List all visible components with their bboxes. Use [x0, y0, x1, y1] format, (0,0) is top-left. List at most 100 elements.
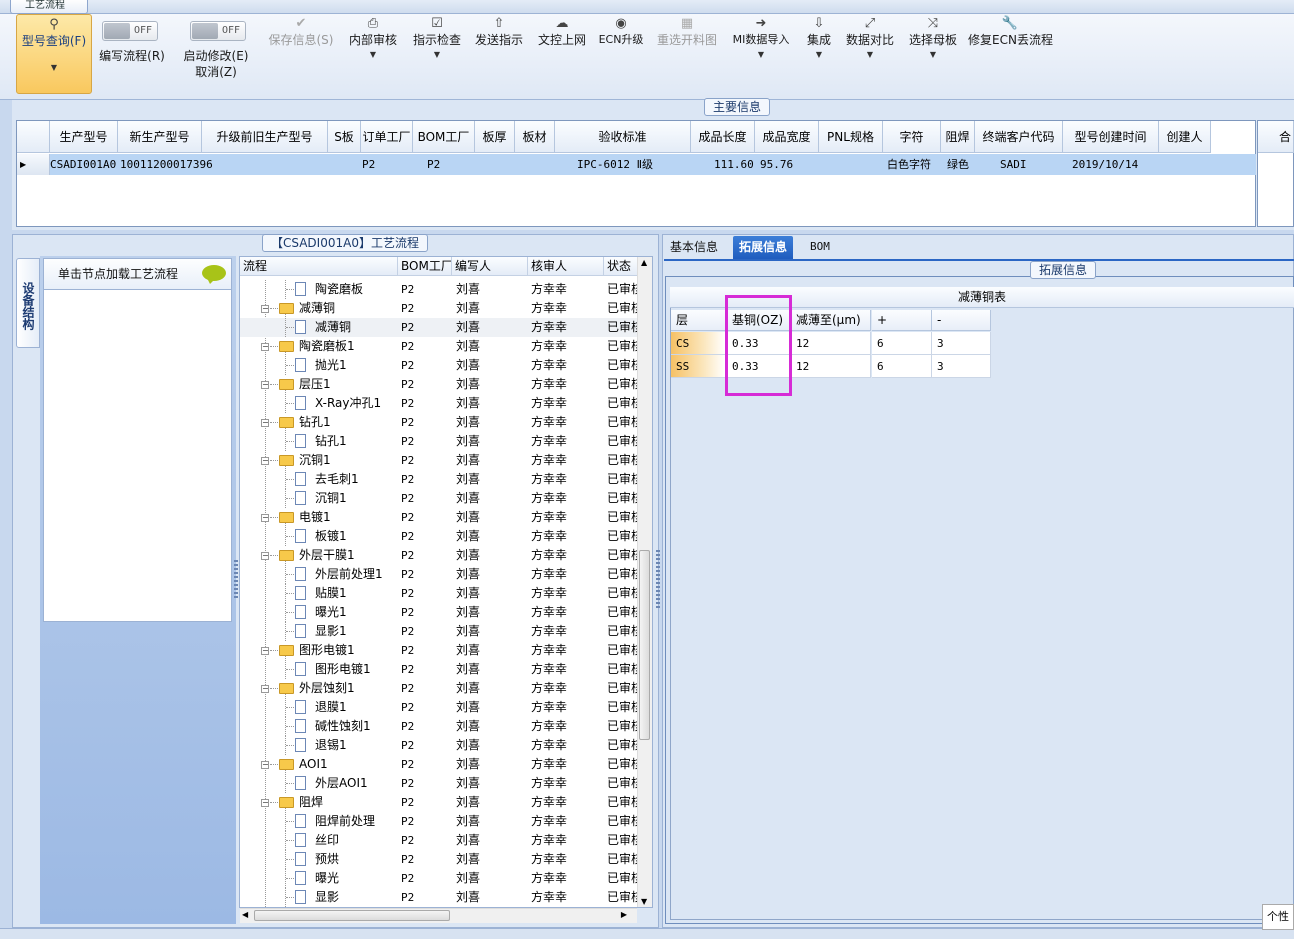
collapse-icon[interactable]: − [261, 761, 269, 769]
collapse-icon[interactable]: − [261, 381, 269, 389]
main-grid-cell[interactable]: 绿色 [947, 154, 1001, 175]
process-step-name[interactable]: 外层AOI1 [315, 774, 368, 793]
fix-ecn-button[interactable]: 🔧 修复ECN丢流程 [968, 16, 1053, 80]
process-step-name[interactable]: 钻孔1 [315, 432, 347, 451]
select-motherboard-button[interactable]: ⤨ 选择母板 ▼ [905, 16, 961, 80]
integrate-button[interactable]: ⇩ 集成 ▼ [802, 16, 836, 80]
process-node-name[interactable]: 沉铜1 [299, 451, 331, 470]
main-grid-header[interactable]: PNL规格 [819, 121, 883, 153]
mi-import-button[interactable]: ➜ MI数据导入 ▼ [728, 16, 794, 80]
process-row[interactable]: 退锡1 P2 刘喜 方幸幸 已审核 [240, 736, 640, 755]
process-step-name[interactable]: 外层前处理1 [315, 565, 383, 584]
scroll-up-icon[interactable]: ▲ [641, 258, 647, 267]
collapse-icon[interactable]: − [261, 799, 269, 807]
process-row[interactable]: 外层AOI1 P2 刘喜 方幸幸 已审核 [240, 774, 640, 793]
doc-upload-button[interactable]: ☁ 文控上网 [535, 16, 589, 80]
process-step-name[interactable]: 图形电镀1 [315, 660, 371, 679]
process-step-name[interactable]: 显影 [315, 888, 339, 907]
process-row[interactable]: 贴膜1 P2 刘喜 方幸幸 已审核 [240, 584, 640, 603]
main-grid-header[interactable]: 创建人 [1159, 121, 1211, 153]
main-grid-header[interactable]: 终端客户代码 [975, 121, 1063, 153]
main-grid-cell[interactable]: 95.76 [760, 154, 844, 175]
row-indicator[interactable]: ▶ [17, 154, 50, 175]
process-step-name[interactable]: 抛光1 [315, 356, 347, 375]
process-row[interactable]: 陶瓷磨板 P2 刘喜 方幸幸 已审核 [240, 280, 640, 299]
process-row[interactable]: 去毛刺1 P2 刘喜 方幸幸 已审核 [240, 470, 640, 489]
scroll-down-icon[interactable]: ▼ [641, 897, 647, 906]
main-grid-header[interactable]: S板 [328, 121, 361, 153]
process-row[interactable]: −陶瓷磨板1P2刘喜方幸幸已审核 [240, 337, 640, 371]
tree-hscroll-thumb[interactable] [254, 910, 450, 921]
splitter-grip[interactable] [656, 550, 660, 610]
collapse-icon[interactable]: − [261, 457, 269, 465]
process-row[interactable]: 阻焊前处理 P2 刘喜 方幸幸 已审核 [240, 812, 640, 831]
collapse-icon[interactable]: − [261, 514, 269, 522]
process-header[interactable]: 核审人 [528, 257, 604, 276]
thinning-table-cell[interactable]: SS [671, 355, 726, 378]
process-row[interactable]: −外层干膜1P2刘喜方幸幸已审核 [240, 546, 640, 580]
process-step-name[interactable]: 退锡1 [315, 736, 347, 755]
tab-bom[interactable]: BOM [804, 236, 836, 259]
process-row[interactable]: 退膜1 P2 刘喜 方幸幸 已审核 [240, 698, 640, 717]
main-grid-cell[interactable]: P2 [362, 154, 434, 175]
main-grid-header[interactable]: 升级前旧生产型号 [202, 121, 328, 153]
process-row[interactable]: −减薄铜P2刘喜方幸幸已审核 [240, 299, 640, 333]
window-tab[interactable]: 工艺流程 [10, 0, 88, 14]
scroll-left-icon[interactable]: ◀ [242, 910, 248, 919]
process-node-name[interactable]: 阻焊 [299, 793, 323, 812]
process-row[interactable]: 图形电镀1 P2 刘喜 方幸幸 已审核 [240, 660, 640, 679]
process-step-name[interactable]: 陶瓷磨板 [315, 280, 363, 299]
process-step-name[interactable]: 去毛刺1 [315, 470, 359, 489]
start-modify-toggle[interactable]: OFF [190, 21, 246, 41]
tab-extended-info[interactable]: 拓展信息 [733, 236, 794, 260]
process-step-name[interactable]: 贴膜1 [315, 584, 347, 603]
process-step-name[interactable]: 曝光1 [315, 603, 347, 622]
process-node-name[interactable]: 外层蚀刻1 [299, 679, 355, 698]
main-grid-header[interactable]: 验收标准 [555, 121, 691, 153]
process-row[interactable]: 显影1 P2 刘喜 方幸幸 已审核 [240, 622, 640, 641]
process-step-name[interactable]: 阻焊前处理 [315, 812, 375, 831]
main-grid-header[interactable]: 板材 [515, 121, 555, 153]
process-row[interactable]: 预烘 P2 刘喜 方幸幸 已审核 [240, 850, 640, 869]
collapse-icon[interactable]: − [261, 419, 269, 427]
process-row[interactable]: 曝光1 P2 刘喜 方幸幸 已审核 [240, 603, 640, 622]
process-row[interactable]: −钻孔1P2刘喜方幸幸已审核 [240, 413, 640, 447]
process-row[interactable]: 显影 P2 刘喜 方幸幸 已审核 [240, 888, 640, 907]
main-grid-header[interactable]: 新生产型号 [118, 121, 202, 153]
save-info-button[interactable]: ✔ 保存信息(S) [266, 16, 336, 80]
process-row[interactable]: 沉铜1 P2 刘喜 方幸幸 已审核 [240, 489, 640, 508]
thinning-table-header[interactable]: 减薄至(μm) [791, 310, 871, 331]
process-step-name[interactable]: 预烘 [315, 850, 339, 869]
reselect-cut-chart-button[interactable]: ▦ 重选开料图 [654, 16, 720, 80]
process-step-name[interactable]: 减薄铜 [315, 318, 351, 337]
main-grid-header[interactable]: 订单工厂 [361, 121, 413, 153]
collapse-icon[interactable]: − [261, 647, 269, 655]
process-step-name[interactable]: 碱性蚀刻1 [315, 717, 371, 736]
node-list[interactable] [43, 290, 232, 622]
data-compare-button[interactable]: ⤢ 数据对比 ▼ [842, 16, 898, 80]
main-grid-cell[interactable]: P2 [427, 154, 509, 175]
process-step-name[interactable]: 退膜1 [315, 698, 347, 717]
write-process-toggle[interactable]: OFF [102, 21, 158, 41]
process-row[interactable]: X-Ray冲孔1 P2 刘喜 方幸幸 已审核 [240, 394, 640, 413]
process-row[interactable]: −沉铜1P2刘喜方幸幸已审核 [240, 451, 640, 485]
process-header[interactable]: 编写人 [452, 257, 528, 276]
main-grid-cell[interactable]: 2019/10/14 [1072, 154, 1188, 175]
send-instruction-button[interactable]: ⇧ 发送指示 [472, 16, 526, 80]
instruction-check-button[interactable]: ☑ 指示检查 ▼ [410, 16, 464, 80]
thinning-table-cell[interactable]: 3 [932, 355, 991, 378]
ecn-upgrade-button[interactable]: ◉ ECN升级 [597, 16, 645, 80]
collapse-icon[interactable]: − [261, 685, 269, 693]
process-step-name[interactable]: 板镀1 [315, 527, 347, 546]
thinning-table-header[interactable]: 层 [671, 310, 726, 331]
process-row[interactable]: −图形电镀1P2刘喜方幸幸已审核 [240, 641, 640, 675]
process-row[interactable]: 板镀1 P2 刘喜 方幸幸 已审核 [240, 527, 640, 546]
process-node-name[interactable]: 图形电镀1 [299, 641, 355, 660]
equipment-structure-tab[interactable]: 设备结构 [16, 258, 40, 348]
main-grid-header[interactable]: 成品长度 [691, 121, 755, 153]
process-node-name[interactable]: 外层干膜1 [299, 546, 355, 565]
thinning-table-cell[interactable]: 6 [872, 332, 932, 355]
process-node-name[interactable]: 层压1 [299, 375, 331, 394]
process-node-name[interactable]: 减薄铜 [299, 299, 335, 318]
process-header[interactable]: 流程 [240, 257, 398, 276]
